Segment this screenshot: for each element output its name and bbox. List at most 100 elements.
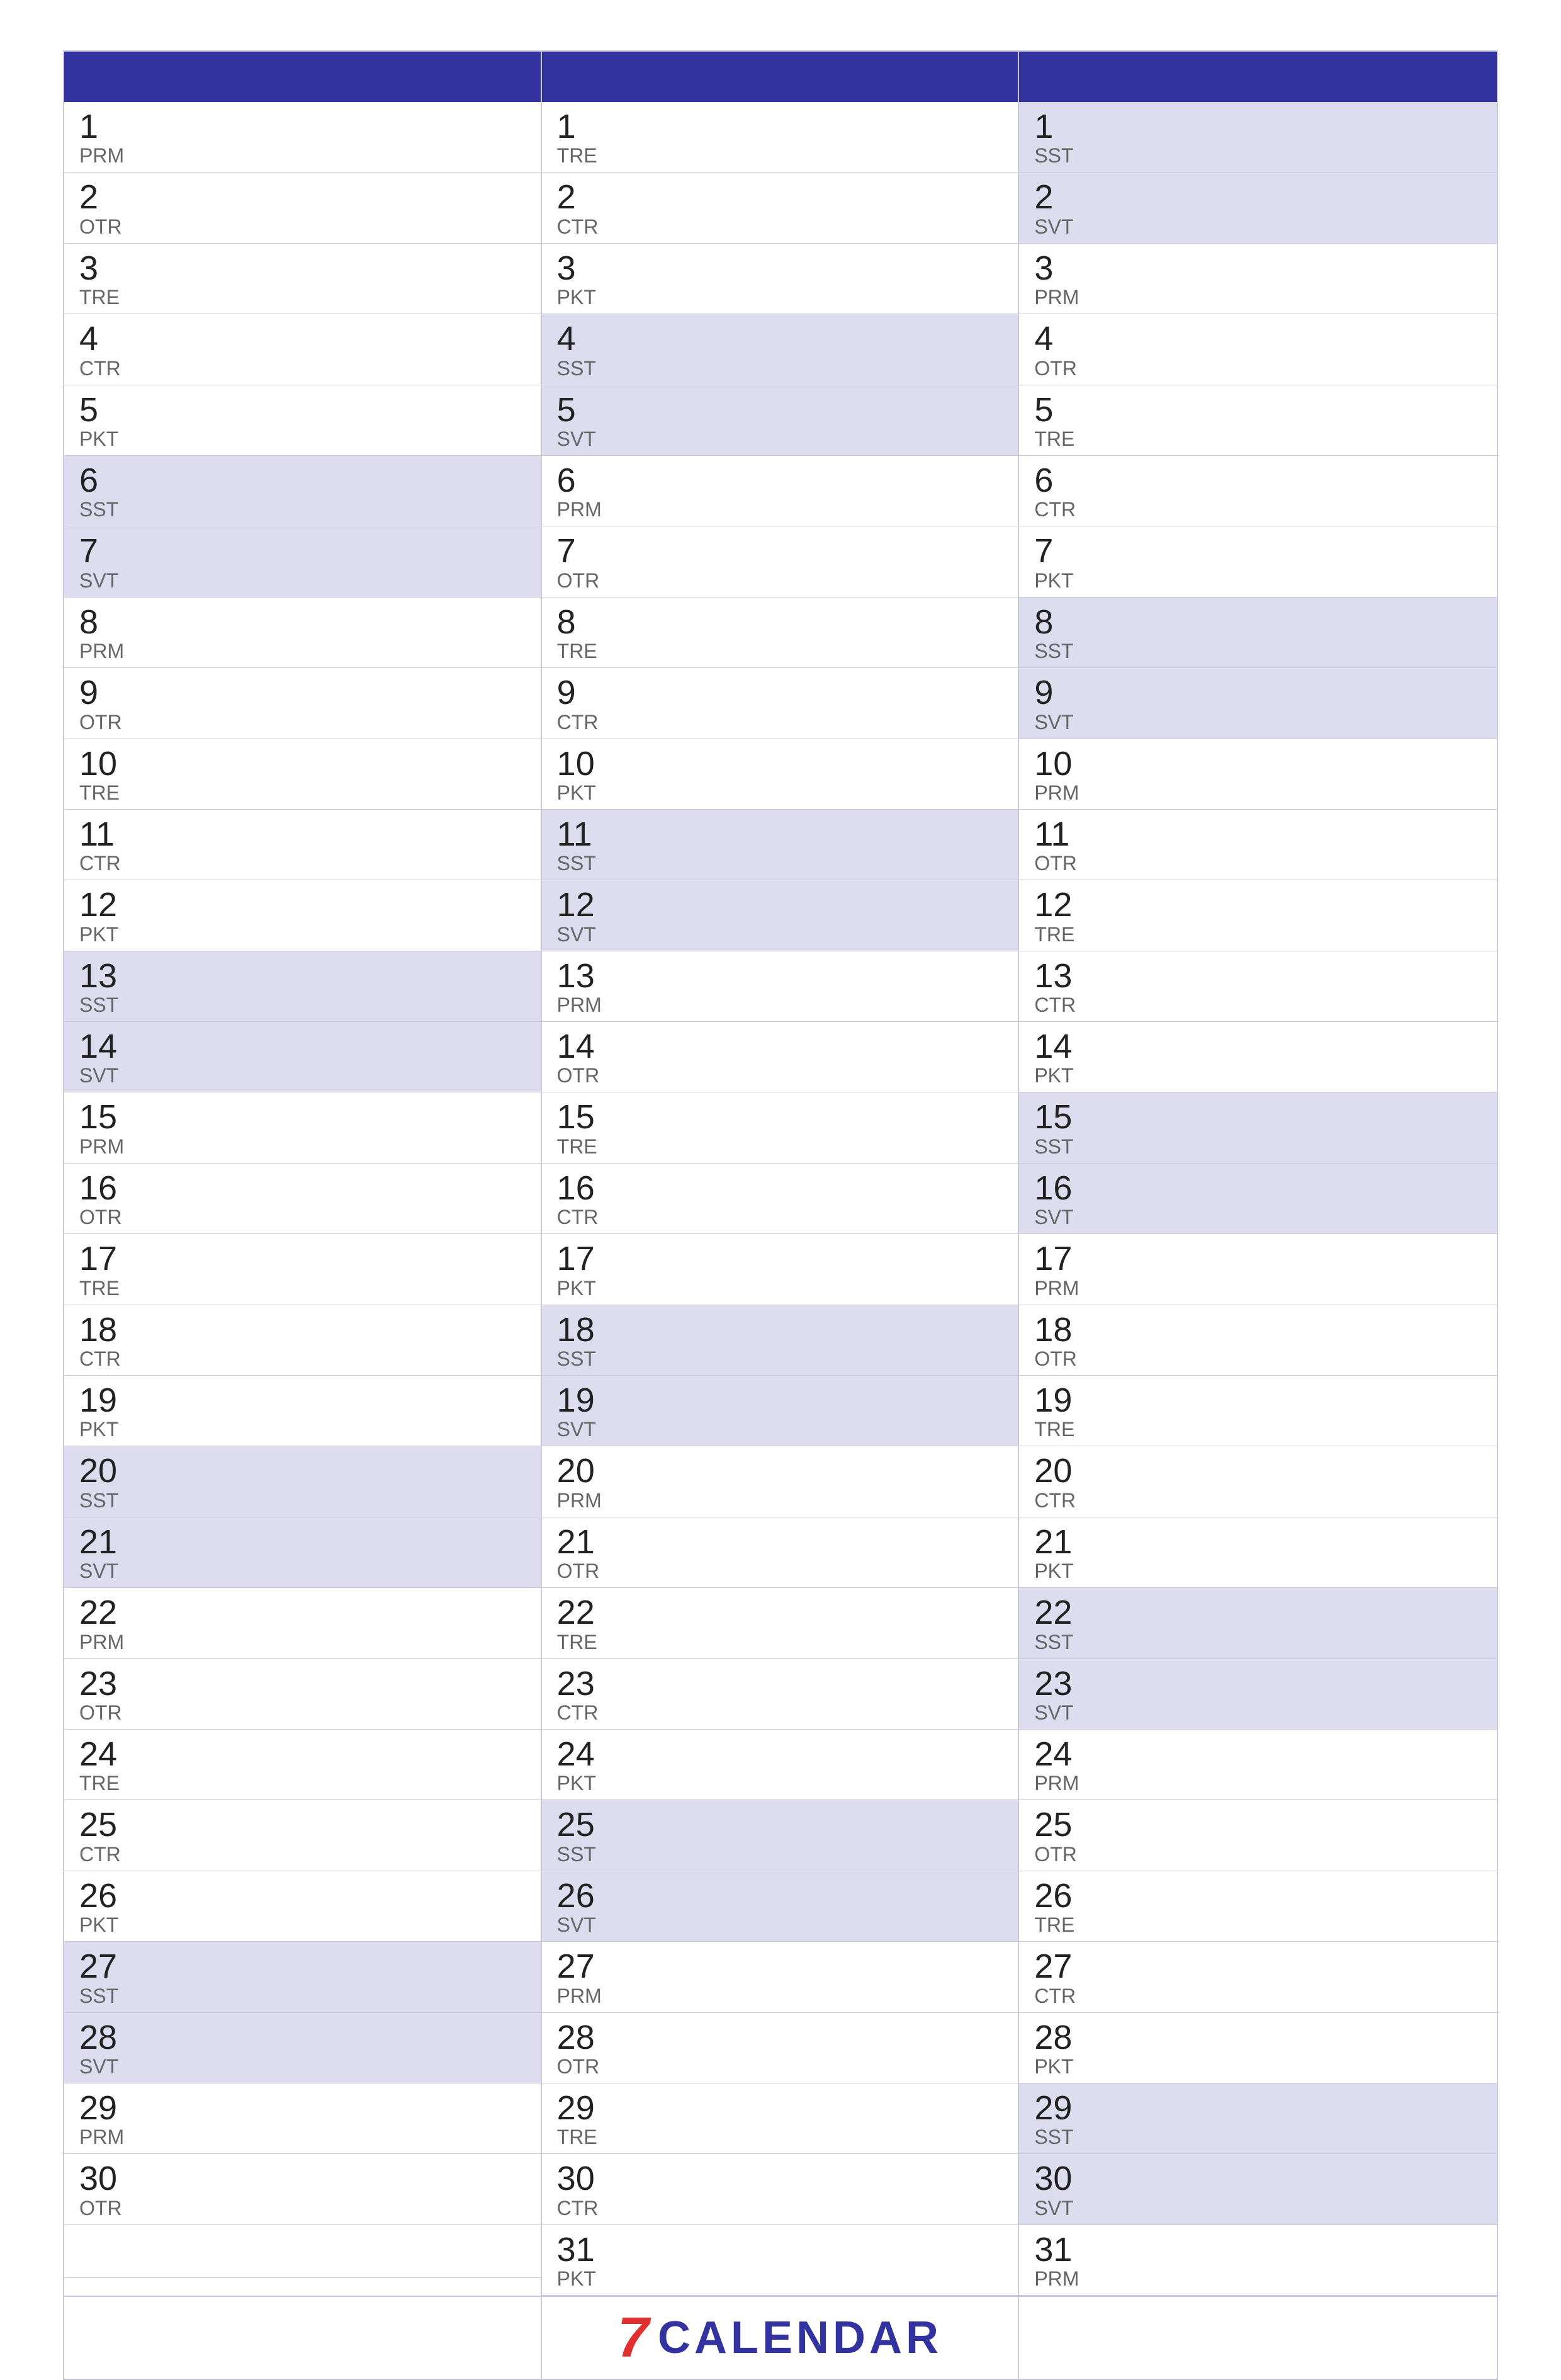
day-row: 12TRE <box>1019 880 1497 951</box>
day-number: 26 <box>1034 1878 1482 1915</box>
day-number: 4 <box>557 320 1003 358</box>
day-name: TRE <box>557 1136 1003 1157</box>
day-number: 29 <box>1034 2090 1482 2127</box>
day-number: 19 <box>1034 1382 1482 1419</box>
day-row: 7OTR <box>542 526 1018 597</box>
month-col-2: 1SST2SVT3PRM4OTR5TRE6CTR7PKT8SST9SVT10PR… <box>1019 52 1497 2296</box>
day-name: SVT <box>1034 1703 1482 1723</box>
day-number: 2 <box>557 179 1003 216</box>
day-number: 6 <box>79 462 526 499</box>
footer-cell-2 <box>1019 2297 1497 2379</box>
day-name: CTR <box>557 1703 1003 1723</box>
day-row: 11SST <box>542 810 1018 880</box>
day-number: 25 <box>1034 1806 1482 1844</box>
month-col-1: 1TRE2CTR3PKT4SST5SVT6PRM7OTR8TRE9CTR10PK… <box>542 52 1020 2296</box>
day-name: CTR <box>1034 1986 1482 2006</box>
day-number: 7 <box>1034 533 1482 570</box>
day-number: 24 <box>557 1736 1003 1773</box>
day-name: PKT <box>557 2269 1003 2289</box>
day-name: CTR <box>1034 1490 1482 1510</box>
day-row: 31PKT <box>542 2225 1018 2296</box>
day-number: 17 <box>1034 1240 1482 1278</box>
day-number: 23 <box>557 1665 1003 1703</box>
day-row: 10TRE <box>64 739 541 810</box>
day-number: 4 <box>1034 320 1482 358</box>
day-number: 16 <box>1034 1170 1482 1207</box>
day-number: 8 <box>557 604 1003 641</box>
day-name: PRM <box>79 145 526 166</box>
day-number: 20 <box>557 1453 1003 1490</box>
day-name: SST <box>79 1490 526 1510</box>
day-number: 14 <box>79 1028 526 1065</box>
day-number: 7 <box>79 533 526 570</box>
day-name: SVT <box>79 1561 526 1581</box>
logo-7-icon: 7 <box>617 2309 649 2366</box>
day-row: 2SVT <box>1019 173 1497 243</box>
day-row: 14PKT <box>1019 1022 1497 1092</box>
day-name: CTR <box>1034 499 1482 519</box>
day-number: 5 <box>557 392 1003 429</box>
day-name: SST <box>1034 2127 1482 2147</box>
day-name: SVT <box>1034 712 1482 732</box>
day-number: 27 <box>1034 1948 1482 1985</box>
day-name: TRE <box>79 1773 526 1793</box>
day-number: 10 <box>1034 745 1482 783</box>
day-row: 6SST <box>64 456 541 526</box>
day-row: 27SST <box>64 1942 541 2012</box>
day-row: 29PRM <box>64 2083 541 2154</box>
day-row: 26SVT <box>542 1871 1018 1942</box>
day-name: OTR <box>1034 1349 1482 1369</box>
day-row: 10PRM <box>1019 739 1497 810</box>
day-number: 13 <box>79 958 526 995</box>
day-row: 5TRE <box>1019 385 1497 456</box>
day-number: 22 <box>79 1594 526 1631</box>
day-row: 30CTR <box>542 2154 1018 2224</box>
day-name: PRM <box>79 1632 526 1652</box>
day-row: 4CTR <box>64 314 541 385</box>
logo: 7CALENDAR <box>617 2297 942 2379</box>
day-number: 11 <box>557 816 1003 853</box>
month-col-0: 1PRM2OTR3TRE4CTR5PKT6SST7SVT8PRM9OTR10TR… <box>64 52 542 2296</box>
day-number: 24 <box>1034 1736 1482 1773</box>
day-name: OTR <box>557 1065 1003 1085</box>
day-name: PKT <box>79 924 526 944</box>
day-row: 16SVT <box>1019 1164 1497 1234</box>
day-row: 6CTR <box>1019 456 1497 526</box>
day-name: PKT <box>79 1915 526 1935</box>
day-number: 22 <box>1034 1594 1482 1631</box>
day-name: PRM <box>79 641 526 661</box>
day-row: 7SVT <box>64 526 541 597</box>
day-row: 8PRM <box>64 598 541 668</box>
day-number: 7 <box>557 533 1003 570</box>
day-row: 8SST <box>1019 598 1497 668</box>
day-row: 16OTR <box>64 1164 541 1234</box>
day-name: SVT <box>557 1419 1003 1439</box>
day-row: 15SST <box>1019 1092 1497 1163</box>
day-number: 12 <box>79 887 526 924</box>
day-name: TRE <box>557 1632 1003 1652</box>
month-header-1 <box>542 52 1018 102</box>
day-row: 25SST <box>542 1800 1018 1871</box>
day-row: 13PRM <box>542 951 1018 1022</box>
day-number: 19 <box>79 1382 526 1419</box>
day-row: 9SVT <box>1019 668 1497 739</box>
day-number: 12 <box>557 887 1003 924</box>
day-name: CTR <box>557 217 1003 237</box>
day-name: OTR <box>557 1561 1003 1581</box>
day-name: PRM <box>1034 1773 1482 1793</box>
day-number: 26 <box>79 1878 526 1915</box>
day-name: SVT <box>79 570 526 591</box>
day-name: SVT <box>79 2056 526 2077</box>
day-name: PRM <box>79 2127 526 2147</box>
day-name: PRM <box>79 1136 526 1157</box>
day-row: 9OTR <box>64 668 541 739</box>
day-name: PRM <box>1034 1278 1482 1298</box>
day-name: SVT <box>1034 1207 1482 1227</box>
day-name: OTR <box>1034 358 1482 378</box>
day-number: 12 <box>1034 887 1482 924</box>
day-number: 9 <box>79 674 526 711</box>
day-row: 11OTR <box>1019 810 1497 880</box>
day-row: 23CTR <box>542 1659 1018 1730</box>
day-name: CTR <box>79 1349 526 1369</box>
day-row: 19SVT <box>542 1376 1018 1446</box>
